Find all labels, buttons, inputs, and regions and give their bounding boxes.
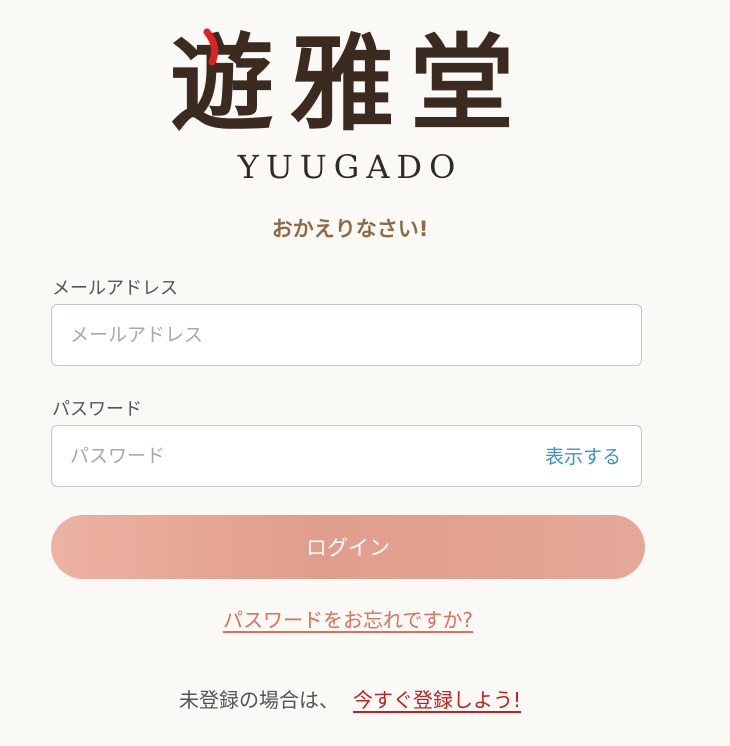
password-input[interactable]	[70, 426, 510, 486]
yuugado-logo: 遊雅堂	[165, 22, 535, 140]
login-page: 遊雅堂 YUUGADO おかえりなさい! メールアドレス パスワード 表示する …	[0, 0, 730, 746]
logo-roman-text: YUUGADO	[237, 148, 463, 186]
logo-kanji-text: 遊雅堂	[170, 22, 530, 140]
login-button[interactable]: ログイン	[51, 515, 645, 579]
signup-prompt: 未登録の場合は、	[178, 688, 339, 712]
password-field-box: 表示する	[51, 425, 642, 487]
welcome-heading: おかえりなさい!	[271, 217, 429, 241]
forgot-password-row: パスワードをお忘れですか?	[0, 604, 696, 633]
email-label: メールアドレス	[52, 278, 178, 299]
forgot-password-link[interactable]: パスワードをお忘れですか?	[223, 608, 473, 632]
logo-kanji: 遊雅堂	[170, 22, 530, 140]
email-input[interactable]	[70, 305, 510, 365]
signup-row: 未登録の場合は、 今すぐ登録しよう!	[0, 684, 700, 713]
password-label: パスワード	[52, 399, 142, 420]
signup-link[interactable]: 今すぐ登録しよう!	[353, 688, 521, 712]
email-field-box	[51, 304, 642, 366]
show-password-toggle[interactable]: 表示する	[545, 426, 621, 486]
